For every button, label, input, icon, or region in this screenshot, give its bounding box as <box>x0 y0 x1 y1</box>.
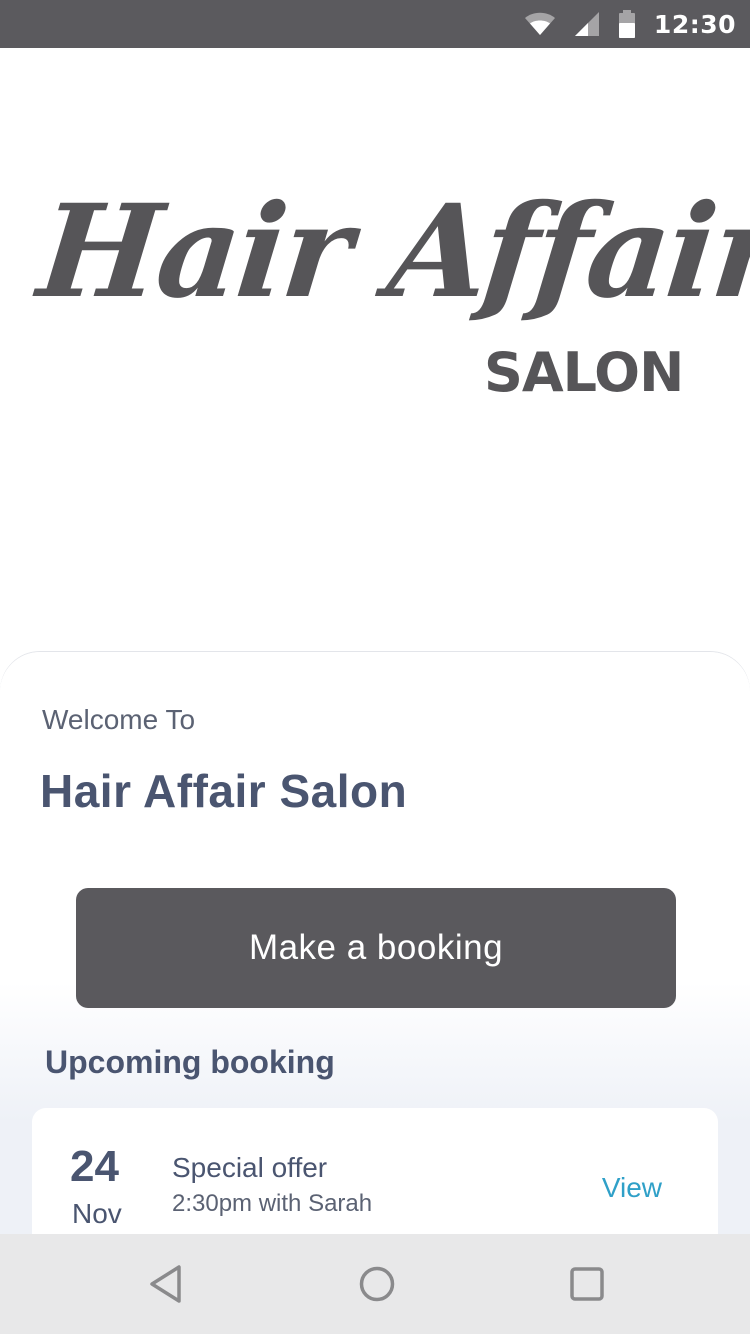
navigation-bar <box>0 1234 750 1334</box>
salon-name-heading: Hair Affair Salon <box>40 765 408 817</box>
status-icons: 12:30 <box>524 0 736 48</box>
status-time: 12:30 <box>653 9 736 39</box>
make-booking-button[interactable]: Make a booking <box>76 888 676 1008</box>
wifi-icon <box>524 12 556 36</box>
view-booking-link[interactable]: View <box>602 1172 662 1204</box>
booking-detail: 2:30pm with Sarah <box>172 1190 373 1217</box>
app-screen: 12:30 Hair Affair SALON Welcome To Hair … <box>0 0 750 1334</box>
salon-logo: Hair Affair SALON <box>0 48 750 652</box>
make-booking-label: Make a booking <box>248 928 504 967</box>
upcoming-booking-title: Upcoming booking <box>45 1044 335 1080</box>
back-icon[interactable] <box>142 1260 190 1308</box>
battery-icon <box>618 10 636 38</box>
booking-day: 24 <box>70 1142 119 1191</box>
status-bar: 12:30 <box>0 0 750 48</box>
booking-title: Special offer <box>172 1152 328 1183</box>
welcome-text: Welcome To <box>42 704 196 735</box>
recents-icon[interactable] <box>563 1260 611 1308</box>
home-icon[interactable] <box>353 1260 401 1308</box>
logo-sub-text: SALON <box>484 341 684 404</box>
signal-icon <box>574 11 600 37</box>
logo-script-text: Hair Affair <box>32 177 750 327</box>
booking-month: Nov <box>72 1198 122 1229</box>
home-card: Welcome To Hair Affair Salon Make a book… <box>0 652 750 1258</box>
